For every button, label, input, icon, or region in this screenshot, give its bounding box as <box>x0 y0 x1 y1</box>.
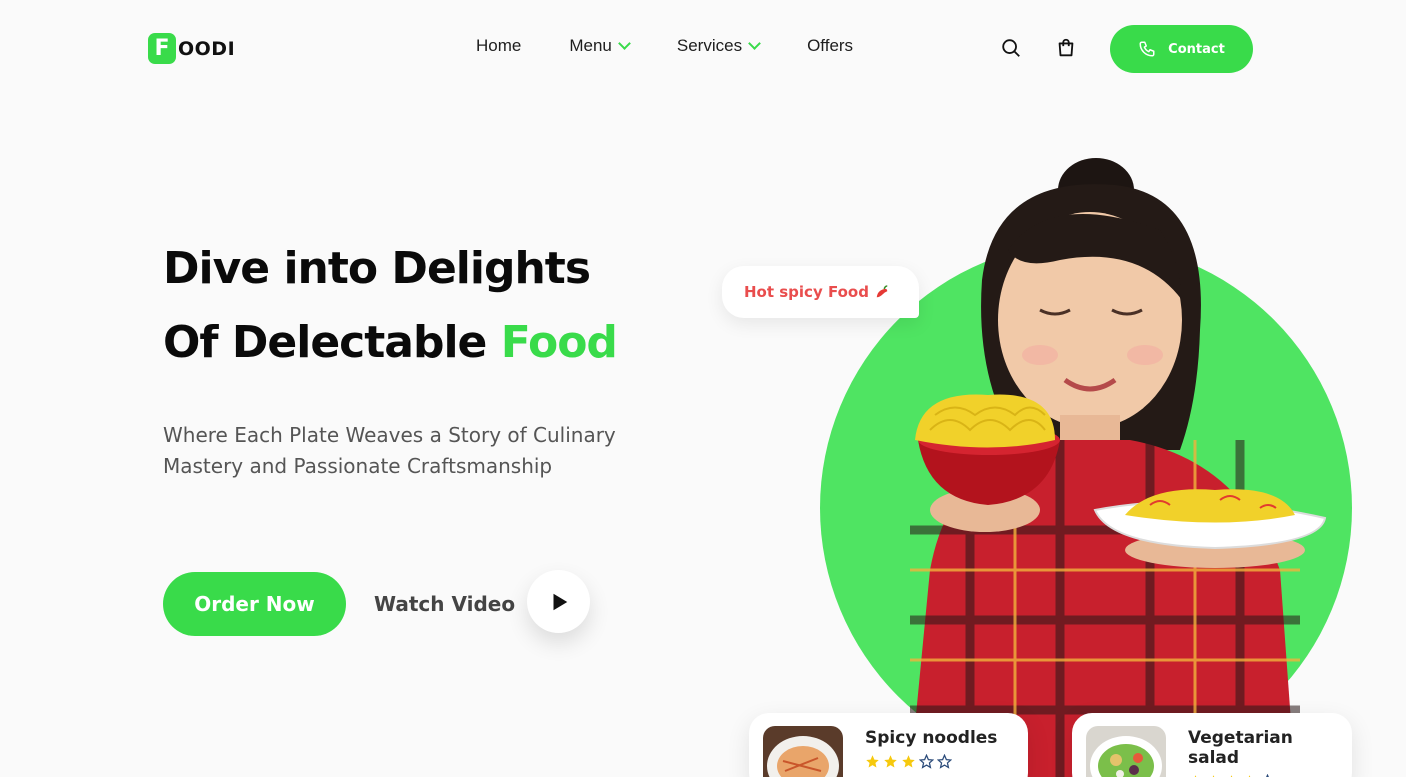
hero-title: Dive into Delights Of Delectable Food <box>163 232 618 380</box>
hero-title-line2: Of Delectable Food <box>163 306 618 380</box>
chili-pepper-icon <box>876 285 888 298</box>
nav-home[interactable]: Home <box>476 36 521 56</box>
contact-label: Contact <box>1168 41 1225 57</box>
star-filled-icon <box>866 755 879 768</box>
contact-button[interactable]: Contact <box>1110 25 1253 73</box>
star-filled-icon <box>884 755 897 768</box>
chevron-down-icon <box>618 37 631 50</box>
cart-icon[interactable] <box>1055 37 1077 59</box>
star-outline-icon <box>919 754 934 769</box>
rating-stars <box>865 754 997 769</box>
food-card-spicy-noodles[interactable]: Spicy noodles <box>749 713 1028 777</box>
nav-home-label: Home <box>476 36 522 55</box>
nav-offers[interactable]: Offers <box>807 36 853 56</box>
play-video-button[interactable] <box>527 570 590 633</box>
hero-title-line2-prefix: Of Delectable <box>163 317 501 368</box>
food-card-vegetarian-salad[interactable]: Vegetarian salad <box>1072 713 1352 777</box>
logo-text: OODI <box>178 37 236 60</box>
chevron-down-icon <box>748 37 761 50</box>
play-icon <box>553 593 567 610</box>
star-outline-icon <box>937 754 952 769</box>
nav-services-label: Services <box>676 36 743 55</box>
spicy-noodles-thumbnail <box>763 726 843 777</box>
order-now-button[interactable]: Order Now <box>163 572 346 636</box>
nav-menu[interactable]: Menu <box>569 36 631 56</box>
search-icon[interactable] <box>1000 37 1022 59</box>
hero-title-line1: Dive into Delights <box>163 243 591 294</box>
hero-image <box>720 150 1406 777</box>
vegetarian-salad-thumbnail <box>1086 726 1166 777</box>
watch-video-link[interactable]: Watch Video <box>374 592 515 616</box>
card-info: Vegetarian salad <box>1188 726 1338 777</box>
nav-services[interactable]: Services <box>676 36 761 56</box>
logo-badge: F <box>148 33 176 64</box>
card-name: Spicy noodles <box>865 728 998 748</box>
brand-logo[interactable]: F OODI <box>148 33 235 64</box>
woman-with-noodles-image <box>910 158 1327 777</box>
hero-subtitle: Where Each Plate Weaves a Story of Culin… <box>163 423 616 478</box>
nav-offers-label: Offers <box>807 36 854 55</box>
card-info: Spicy noodles <box>865 726 997 777</box>
bubble-text: Hot spicy Food <box>744 283 869 301</box>
card-name: Vegetarian salad <box>1188 728 1293 768</box>
star-filled-icon <box>902 755 915 768</box>
top-navbar: F OODI Home Menu Services Offers Contact <box>0 0 1406 96</box>
phone-icon <box>1139 41 1155 57</box>
main-menu: Home Menu Services Offers <box>476 36 853 56</box>
hot-spicy-food-bubble: Hot spicy Food <box>722 266 919 318</box>
nav-menu-label: Menu <box>569 36 612 55</box>
hero-title-accent: Food <box>500 317 618 368</box>
